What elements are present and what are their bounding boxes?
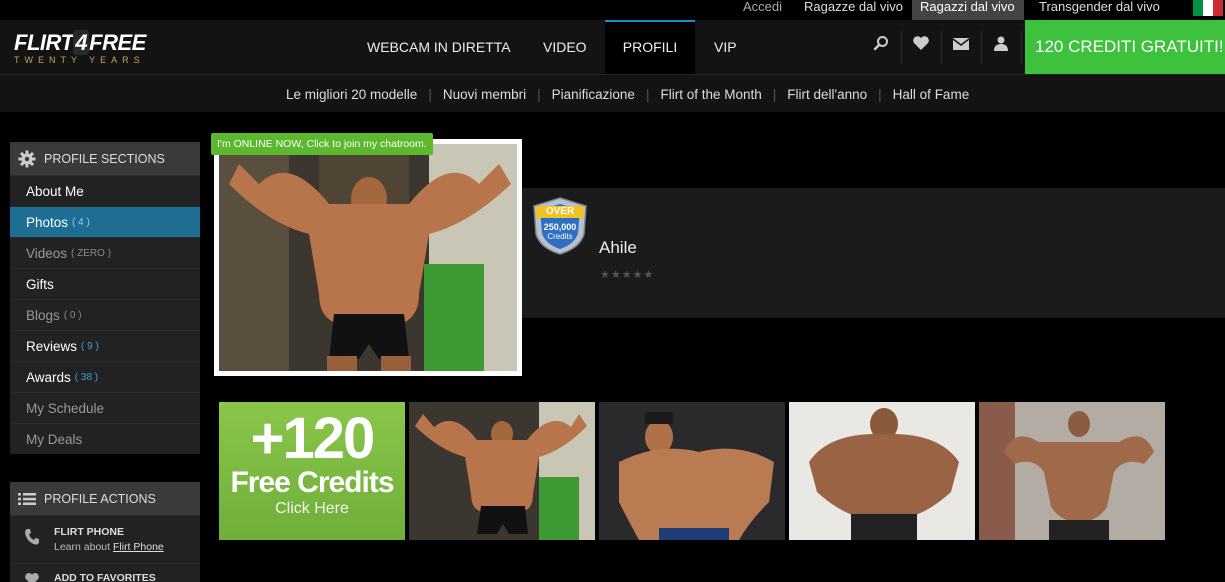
nav-divider: [941, 30, 942, 64]
search-icon[interactable]: [868, 34, 894, 60]
nav-divider: [901, 30, 902, 64]
flirt-phone-action[interactable]: FLIRT PHONE Learn about Flirt Phone: [10, 515, 200, 563]
sub-navbar: Le migliori 20 modelle | Nuovi membri | Pi…: [0, 74, 1225, 112]
logo-text-four: 4: [73, 30, 90, 55]
promo-cta: Click Here: [275, 500, 349, 517]
section-blogs[interactable]: Blogs( 0 ): [10, 299, 200, 330]
section-label: My Deals: [26, 431, 83, 447]
photo-thumbnail-image: [599, 402, 785, 540]
live-transgender-link[interactable]: Transgender dal vivo: [1031, 0, 1168, 20]
badge-line-mid: 250,000: [543, 222, 577, 232]
photo-thumbnail-image: [979, 402, 1165, 540]
subnav-schedule[interactable]: Pianificazione: [541, 87, 646, 102]
section-label: My Schedule: [26, 400, 105, 416]
live-girls-link[interactable]: Ragazze dal vivo: [796, 0, 911, 20]
login-link[interactable]: Accedi: [735, 0, 790, 20]
photo-thumbnail[interactable]: [409, 402, 595, 540]
nav-webcam[interactable]: WEBCAM IN DIRETTA: [349, 20, 529, 74]
profile-sections-title: PROFILE SECTIONS: [44, 151, 165, 166]
section-label: About Me: [26, 183, 84, 199]
section-label: Blogs: [26, 307, 60, 323]
site-logo[interactable]: FLIRT4FREE TWENTY YEARS: [14, 30, 194, 66]
section-label: Videos: [26, 245, 68, 261]
section-my-deals[interactable]: My Deals: [10, 423, 200, 454]
promo-amount: +120: [250, 406, 376, 471]
nav-video[interactable]: VIDEO: [525, 20, 605, 74]
profile-photo[interactable]: [214, 139, 522, 376]
subnav-hall-of-fame[interactable]: Hall of Fame: [882, 87, 981, 102]
add-to-favorites-action[interactable]: ADD TO FAVORITES: [10, 563, 200, 582]
section-my-schedule[interactable]: My Schedule: [10, 392, 200, 423]
rating-stars: ★★★★★: [600, 269, 655, 281]
nav-divider: [981, 30, 982, 64]
mail-icon[interactable]: [948, 34, 974, 60]
user-icon[interactable]: [988, 34, 1014, 60]
section-label: Reviews: [26, 338, 78, 354]
promo-title: Free Credits: [230, 466, 394, 499]
over-250000-credits-badge: OVER 250,000 Credits: [530, 196, 590, 256]
logo-text-flirt: FLIRT: [14, 30, 74, 55]
live-guys-link[interactable]: Ragazzi dal vivo: [912, 0, 1024, 20]
gear-icon: [10, 142, 44, 175]
nav-vip[interactable]: VIP: [696, 20, 755, 74]
section-awards[interactable]: Awards( 38 ): [10, 361, 200, 392]
free-credits-promo[interactable]: +120 Free Credits Click Here: [219, 402, 405, 540]
flirt-phone-prefix: Learn about: [54, 541, 111, 553]
section-label: Awards: [26, 369, 71, 385]
sub-nav-list: Le migliori 20 modelle | Nuovi membri | Pi…: [275, 75, 980, 113]
logo-tagline: TWENTY YEARS: [14, 55, 145, 65]
section-count: ( 38 ): [74, 371, 99, 383]
profile-actions-panel: PROFILE ACTIONS FLIRT PHONE Learn about …: [10, 482, 200, 582]
badge-line-top: OVER: [545, 206, 575, 217]
nav-divider: [1021, 30, 1022, 64]
main-navbar: FLIRT4FREE TWENTY YEARS WEBCAM IN DIRETT…: [0, 20, 1225, 74]
section-count: ( ZERO ): [71, 247, 112, 259]
photo-thumbnail[interactable]: [789, 402, 975, 540]
heart-icon[interactable]: [908, 34, 934, 60]
section-videos[interactable]: Videos( ZERO ): [10, 237, 200, 268]
section-count: ( 4 ): [72, 216, 90, 228]
photo-thumbnails: +120 Free Credits Click Here: [219, 402, 1165, 540]
section-gifts[interactable]: Gifts: [10, 268, 200, 299]
section-count: ( 0 ): [63, 309, 82, 321]
section-about-me[interactable]: About Me: [10, 175, 200, 206]
profile-photo-image: [219, 144, 517, 371]
free-credits-button[interactable]: 120 CREDITI GRATUITI!: [1025, 20, 1225, 74]
section-label: Gifts: [26, 276, 54, 292]
photo-thumbnail-image: [789, 402, 975, 540]
flirt-phone-subtitle: Learn about Flirt Phone: [54, 541, 164, 553]
top-utility-bar: Accedi Ragazze dal vivo Ragazzi dal vivo…: [0, 0, 1225, 20]
profile-actions-header: PROFILE ACTIONS: [10, 482, 200, 515]
section-photos[interactable]: Photos( 4 ): [10, 206, 200, 237]
subnav-flirt-of-month[interactable]: Flirt of the Month: [649, 87, 772, 102]
subnav-new-members[interactable]: Nuovi membri: [432, 87, 537, 102]
profile-sections-header: PROFILE SECTIONS: [10, 142, 200, 175]
list-icon: [10, 482, 44, 515]
online-now-tag[interactable]: I'm ONLINE NOW, Click to join my chatroo…: [211, 133, 433, 155]
model-name: Ahile: [599, 238, 637, 257]
italian-flag-icon[interactable]: [1193, 0, 1223, 16]
profile-sections-panel: PROFILE SECTIONS About Me Photos( 4 ) Vi…: [10, 142, 200, 454]
photo-thumbnail[interactable]: [979, 402, 1165, 540]
photo-thumbnail[interactable]: [599, 402, 785, 540]
nav-profili[interactable]: PROFILI: [605, 20, 695, 74]
add-to-favorites-title: ADD TO FAVORITES: [54, 572, 156, 582]
section-count: ( 9 ): [81, 340, 99, 352]
logo-text-free: FREE: [89, 30, 146, 55]
subnav-flirt-of-year[interactable]: Flirt dell'anno: [776, 87, 878, 102]
section-reviews[interactable]: Reviews( 9 ): [10, 330, 200, 361]
flirt-phone-link[interactable]: Flirt Phone: [113, 541, 164, 553]
flirt-phone-title: FLIRT PHONE: [54, 526, 124, 538]
profile-actions-title: PROFILE ACTIONS: [44, 491, 156, 506]
badge-line-bottom: Credits: [547, 232, 573, 241]
phone-icon: [10, 528, 54, 551]
subnav-top-20[interactable]: Le migliori 20 modelle: [275, 87, 428, 102]
section-label: Photos: [26, 214, 69, 230]
heart-icon: [10, 572, 54, 582]
photo-thumbnail-image: [409, 402, 595, 540]
